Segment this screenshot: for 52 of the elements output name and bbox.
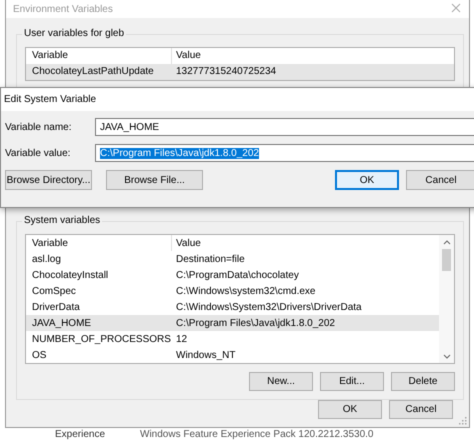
table-row[interactable]: ChocolateyInstall C:\ProgramData\chocolatey — [26, 267, 439, 283]
table-cell-text: C:\ProgramData\chocolatey — [175, 270, 299, 280]
dialog-button[interactable]: Browse File... — [106, 170, 203, 190]
info-value: Windows Feature Experience Pack 120.2212.3530.0 — [140, 428, 374, 440]
table-cell-text: C:\Program Files\Java\jdk1.8.0_202 — [175, 318, 335, 328]
table-cell-text: asl.log — [31, 254, 62, 264]
close-icon[interactable] — [451, 2, 461, 13]
table-cell-text: ChocolateyInstall — [31, 270, 110, 280]
table-row[interactable]: NUMBER_OF_PROCESSORS 12 — [26, 331, 439, 347]
table-cell-text: C:\Windows\system32\cmd.exe — [175, 286, 316, 296]
table-action-button[interactable]: New... — [249, 372, 313, 391]
dialog-button[interactable]: Cancel — [406, 170, 474, 190]
table-cell-text: JAVA_HOME — [31, 318, 92, 328]
table-cell-text: 132777315240725234 — [175, 66, 276, 78]
group-title: User variables for gleb — [22, 28, 126, 39]
dialog-title: Edit System Variable — [4, 94, 96, 105]
table-action-button[interactable]: Delete — [391, 372, 455, 391]
table-cell-text: Windows_NT — [175, 350, 236, 360]
input-field[interactable]: JAVA_HOME — [95, 118, 474, 136]
table-cell-text: ComSpec — [31, 286, 77, 296]
table-cell-text: DriverData — [31, 302, 81, 312]
table-cell-text: NUMBER_OF_PROCESSORS — [31, 334, 172, 344]
column-header[interactable]: Value — [172, 50, 201, 62]
input-field[interactable]: C:\Program Files\Java\jdk1.8.0_202 — [95, 144, 474, 162]
table-row[interactable]: JAVA_HOME C:\Program Files\Java\jdk1.8.0_202 — [26, 315, 439, 331]
table-cell-text: Destination=file — [175, 254, 245, 264]
scroll-up-icon[interactable] — [442, 239, 450, 245]
window-title: Environment Variables — [13, 4, 113, 15]
dialog-button[interactable]: Browse Directory... — [5, 170, 92, 190]
dialog-button[interactable]: OK — [318, 400, 382, 419]
column-header[interactable]: Variable — [26, 235, 172, 251]
scrollbar[interactable] — [439, 235, 454, 363]
scrollbar-thumb[interactable] — [442, 249, 451, 271]
table-row[interactable]: DriverData C:\Windows\System32\Drivers\DriverData — [26, 299, 439, 315]
dialog-button[interactable]: OK — [335, 170, 399, 190]
scroll-down-icon[interactable] — [442, 354, 450, 360]
table-action-button[interactable]: Edit... — [320, 372, 384, 391]
table-row[interactable]: asl.log Destination=file — [26, 251, 439, 267]
group-title: System variables — [22, 215, 102, 226]
table-cell-text: C:\Windows\System32\Drivers\DriverData — [175, 302, 362, 312]
table-cell-text: ChocolateyLastPathUpdate — [31, 66, 155, 78]
table-row[interactable]: OS Windows_NT — [26, 347, 439, 363]
resize-grip-icon[interactable] — [459, 417, 467, 425]
field-label: Variable value: — [5, 148, 72, 158]
table-cell-text: 12 — [175, 334, 188, 344]
table-cell-text: OS — [31, 350, 48, 360]
field-label: Variable name: — [5, 122, 73, 132]
info-label: Experience — [55, 428, 106, 440]
dialog-button[interactable]: Cancel — [389, 400, 453, 419]
table-row[interactable]: ChocolateyLastPathUpdate 132777315240725234 — [26, 64, 454, 80]
table-row[interactable]: ComSpec C:\Windows\system32\cmd.exe — [26, 283, 439, 299]
column-header[interactable]: Value — [172, 238, 201, 248]
